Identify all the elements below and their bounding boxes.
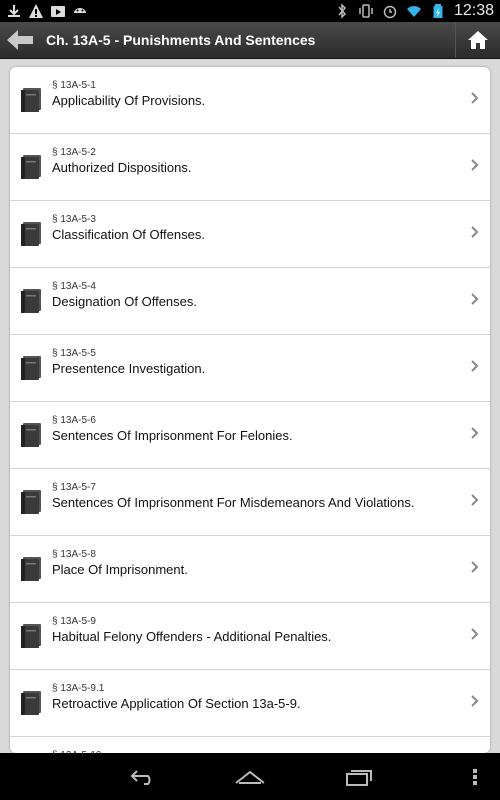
book-icon [21,222,41,246]
list-item[interactable]: § 13A-5-10 [10,737,490,753]
chevron-right-icon [471,561,479,573]
wifi-icon [406,6,421,17]
back-button[interactable] [0,22,40,58]
section-number: § 13A-5-9 [52,616,96,627]
warning-icon [29,4,43,18]
status-bar: 12:38 [0,0,500,22]
section-title: Classification Of Offenses. [52,227,205,242]
list-item[interactable]: § 13A-5-1 Applicability Of Provisions. [10,67,490,134]
section-number: § 13A-5-5 [52,348,96,359]
section-list: § 13A-5-1 Applicability Of Provisions. § 1… [10,67,490,753]
section-number: § 13A-5-8 [52,549,96,560]
recent-apps-icon [346,770,372,786]
home-nav-button[interactable] [230,765,270,789]
list-item[interactable]: § 13A-5-5 Presentence Investigation. [10,335,490,402]
book-icon [21,155,41,179]
book-icon [21,624,41,648]
section-title: Sentences Of Imprisonment For Felonies. [52,428,293,443]
section-title: Place Of Imprisonment. [52,562,188,577]
chevron-right-icon [471,92,479,104]
list-item[interactable]: § 13A-5-8 Place Of Imprisonment. [10,536,490,603]
bluetooth-icon [338,3,346,19]
book-icon [21,691,41,715]
book-icon [21,356,41,380]
chevron-right-icon [471,159,479,171]
list-item[interactable]: § 13A-5-4 Designation Of Offenses. [10,268,490,335]
section-number: § 13A-5-6 [52,415,96,426]
media-icon [51,6,65,17]
chevron-right-icon [471,628,479,640]
list-item[interactable]: § 13A-5-9 Habitual Felony Offenders - Add… [10,603,490,670]
section-title: Presentence Investigation. [52,361,206,376]
chevron-right-icon [471,293,479,305]
list-item[interactable]: § 13A-5-3 Classification Of Offenses. [10,201,490,268]
clock: 12:38 [453,2,494,19]
recent-apps-button[interactable] [338,765,378,789]
back-arrow-icon [7,30,33,50]
overflow-menu-icon [473,769,477,785]
list-item[interactable]: § 13A-5-7 Sentences Of Imprisonment For M… [10,469,490,536]
section-title: Authorized Dispositions. [52,160,192,175]
section-number: § 13A-5-1 [52,80,96,91]
section-title: Retroactive Application Of Section 13a-5… [52,696,301,711]
android-icon [74,8,86,13]
list-item[interactable]: § 13A-5-2 Authorized Dispositions. [10,134,490,201]
back-nav-icon [130,770,151,785]
page-title: Ch. 13A-5 - Punishments And Sentences [46,32,316,48]
section-title: Sentences Of Imprisonment For Misdemeano… [52,495,415,510]
download-icon [8,5,20,17]
book-icon [21,423,41,447]
vibrate-icon [359,4,373,18]
chevron-right-icon [471,494,479,506]
list-item[interactable]: § 13A-5-6 Sentences Of Imprisonment For F… [10,402,490,469]
overflow-menu-button[interactable] [460,765,490,789]
book-icon [21,557,41,581]
section-title: Designation Of Offenses. [52,294,198,309]
chevron-right-icon [471,427,479,439]
home-icon [468,31,488,49]
home-nav-icon [235,770,265,784]
section-number: § 13A-5-9.1 [52,683,105,694]
back-nav-button[interactable] [124,765,164,789]
chevron-right-icon [471,360,479,372]
section-number: § 13A-5-2 [52,147,96,158]
battery-icon [433,4,443,18]
home-button[interactable] [455,22,500,58]
list-item[interactable]: § 13A-5-9.1 Retroactive Application Of Se… [10,670,490,737]
book-icon [21,490,41,514]
section-number: § 13A-5-7 [52,482,96,493]
book-icon [21,289,41,313]
alarm-icon [383,5,397,19]
action-bar: Ch. 13A-5 - Punishments And Sentences [0,22,500,59]
book-icon [21,88,41,112]
chevron-right-icon [471,695,479,707]
section-title: Habitual Felony Offenders - Additional P… [52,629,332,644]
navigation-bar [0,753,500,800]
section-number: § 13A-5-4 [52,281,96,292]
section-number: § 13A-5-3 [52,214,96,225]
chevron-right-icon [471,226,479,238]
section-title: Applicability Of Provisions. [52,93,206,108]
